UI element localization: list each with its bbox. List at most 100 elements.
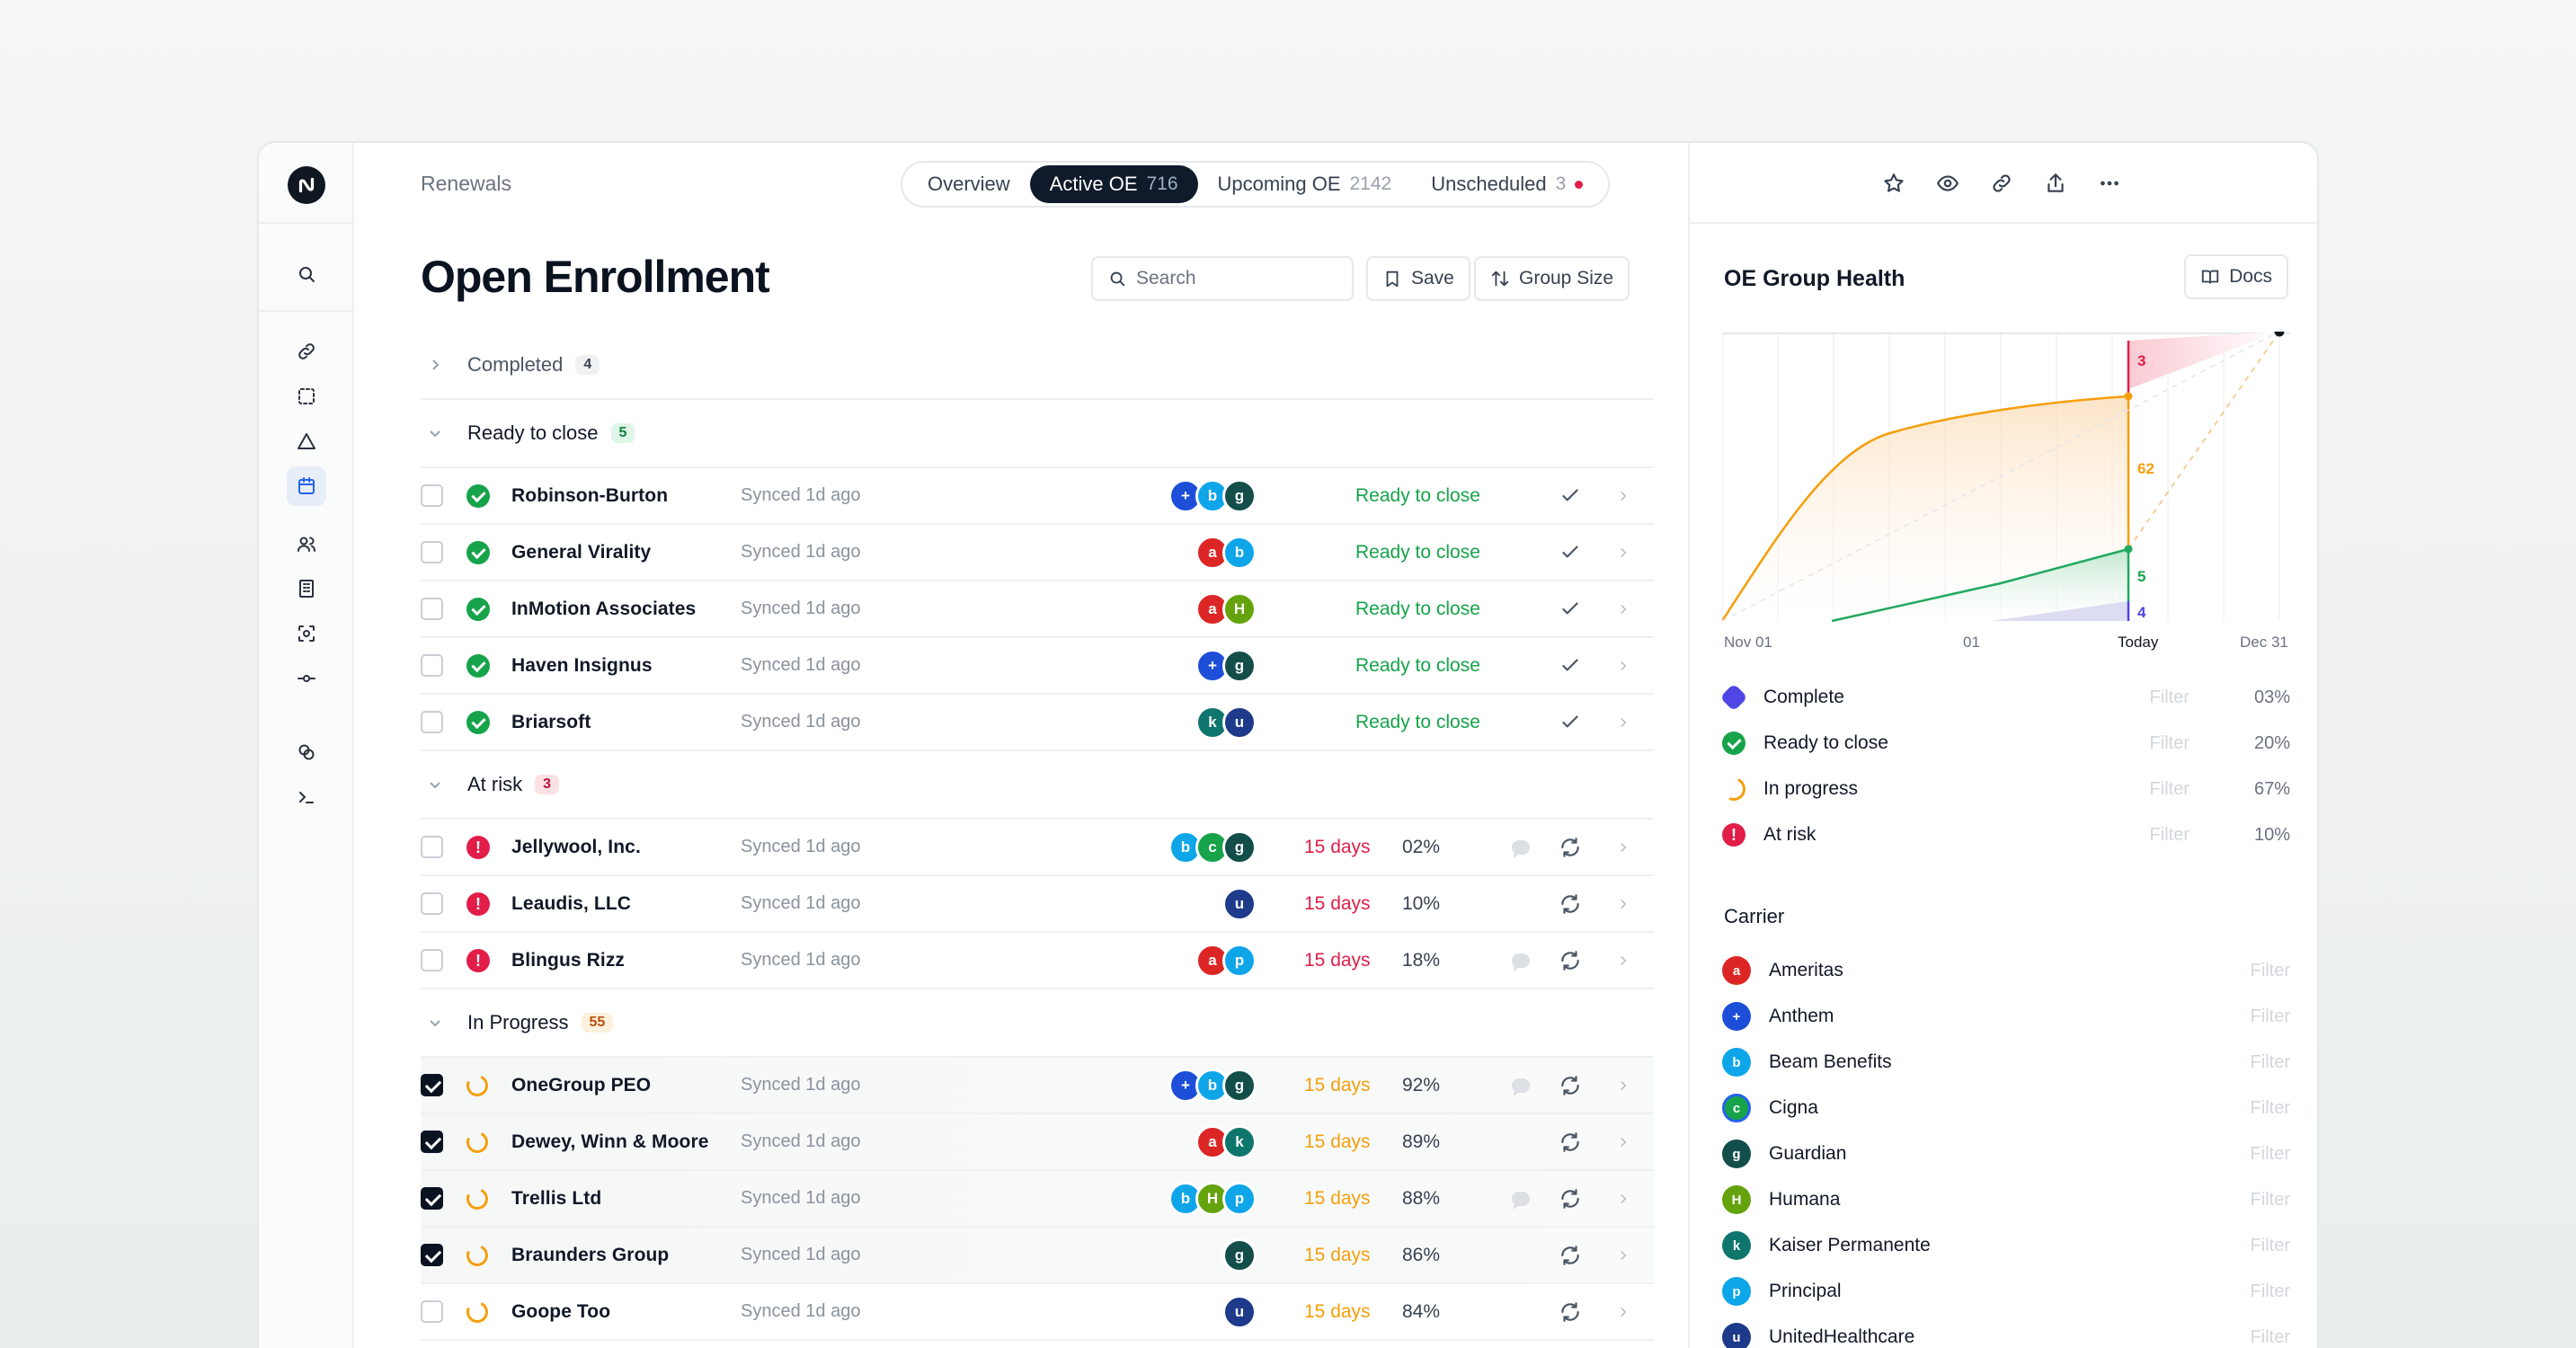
filter-link[interactable]: Filter [2150, 733, 2190, 754]
row-checkbox[interactable] [421, 1074, 443, 1096]
commit-icon[interactable] [287, 659, 326, 698]
table-row[interactable]: Trellis Ltd Synced 1d ago p H b 15 days … [421, 1171, 1654, 1228]
table-row[interactable]: General Virality Synced 1d ago b a Ready… [421, 525, 1654, 581]
chevron-right-icon[interactable] [1615, 488, 1631, 504]
row-checkbox[interactable] [421, 598, 443, 620]
sync-icon[interactable] [1559, 1244, 1582, 1267]
breadcrumb[interactable]: Renewals [421, 172, 511, 196]
legend-item-complete[interactable]: Complete Filter 03% [1719, 682, 2290, 713]
more-icon[interactable] [2098, 172, 2121, 195]
sync-icon[interactable] [1559, 892, 1582, 916]
share-icon[interactable] [2044, 172, 2067, 195]
check-icon[interactable] [1559, 654, 1582, 678]
filter-link[interactable]: Filter [2251, 1144, 2290, 1165]
tab-upcoming-oe[interactable]: Upcoming OE 2142 [1198, 165, 1412, 203]
building-icon[interactable] [287, 569, 326, 608]
sync-icon[interactable] [1559, 949, 1582, 972]
app-logo[interactable] [288, 166, 325, 204]
comment-icon[interactable] [1512, 1078, 1530, 1096]
link-icon[interactable] [1990, 172, 2013, 195]
group-header-completed[interactable]: Completed 4 [421, 332, 1654, 400]
table-row[interactable]: Jellywool, Inc. Synced 1d ago g c b 15 d… [421, 820, 1654, 876]
group-header-ready[interactable]: Ready to close 5 [421, 400, 1654, 468]
comment-icon[interactable] [1512, 839, 1530, 858]
scan-icon[interactable] [287, 614, 326, 653]
chevron-right-icon[interactable] [1615, 1247, 1631, 1264]
filter-link[interactable]: Filter [2251, 1327, 2290, 1348]
sync-icon[interactable] [1559, 1187, 1582, 1211]
legend-item-in-progress[interactable]: In progress Filter 67% [1719, 774, 2290, 804]
sync-icon[interactable] [1559, 836, 1582, 859]
table-row[interactable]: Dewey, Winn & Moore Synced 1d ago k a 15… [421, 1114, 1654, 1171]
chevron-right-icon[interactable] [1615, 1134, 1631, 1150]
row-checkbox[interactable] [421, 1131, 443, 1153]
check-icon[interactable] [1559, 598, 1582, 621]
filter-link[interactable]: Filter [2251, 961, 2290, 981]
row-checkbox[interactable] [421, 892, 443, 915]
save-button[interactable]: Save [1366, 256, 1470, 301]
search-input[interactable] [1136, 268, 1298, 289]
filter-link[interactable]: Filter [2251, 1190, 2290, 1211]
row-checkbox[interactable] [421, 484, 443, 507]
search-icon[interactable] [287, 254, 326, 294]
table-row[interactable]: Goope Too Synced 1d ago u 15 days 84% [421, 1284, 1654, 1341]
row-checkbox[interactable] [421, 949, 443, 971]
comment-icon[interactable] [1512, 953, 1530, 971]
filter-link[interactable]: Filter [2251, 1007, 2290, 1027]
eye-icon[interactable] [1936, 172, 1959, 195]
sync-icon[interactable] [1559, 1300, 1582, 1324]
filter-link[interactable]: Filter [2150, 687, 2190, 708]
carrier-item[interactable]: a Ameritas Filter [1722, 955, 2290, 986]
tab-overview[interactable]: Overview [908, 165, 1030, 203]
users-icon[interactable] [287, 524, 326, 563]
row-checkbox[interactable] [421, 1244, 443, 1266]
carrier-item[interactable]: H Humana Filter [1722, 1184, 2290, 1215]
search-box[interactable] [1091, 256, 1354, 301]
carrier-item[interactable]: p Principal Filter [1722, 1276, 2290, 1307]
carrier-item[interactable]: k Kaiser Permanente Filter [1722, 1230, 2290, 1261]
carrier-item[interactable]: + Anthem Filter [1722, 1001, 2290, 1032]
filter-link[interactable]: Filter [2251, 1098, 2290, 1119]
row-checkbox[interactable] [421, 836, 443, 858]
terminal-icon[interactable] [287, 777, 326, 817]
legend-item-ready[interactable]: Ready to close Filter 20% [1722, 728, 2290, 758]
comment-icon[interactable] [1512, 1191, 1530, 1210]
filter-link[interactable]: Filter [2150, 779, 2190, 800]
table-row[interactable]: Robinson-Burton Synced 1d ago g b + Read… [421, 468, 1654, 525]
chevron-right-icon[interactable] [1615, 953, 1631, 969]
link-icon[interactable] [287, 332, 326, 371]
check-icon[interactable] [1559, 484, 1582, 508]
table-row[interactable]: Braunders Group Synced 1d ago g 15 days … [421, 1228, 1654, 1284]
star-icon[interactable] [1882, 172, 1905, 195]
legend-item-at-risk[interactable]: At risk Filter 10% [1722, 820, 2290, 850]
dashed-select-icon[interactable] [287, 377, 326, 416]
row-checkbox[interactable] [421, 711, 443, 733]
group-header-in-progress[interactable]: In Progress 55 [421, 989, 1654, 1058]
chevron-right-icon[interactable] [1615, 839, 1631, 856]
row-checkbox[interactable] [421, 654, 443, 677]
chevron-right-icon[interactable] [1615, 1191, 1631, 1207]
table-row[interactable]: Blingus Rizz Synced 1d ago p a 15 days 1… [421, 933, 1654, 989]
row-checkbox[interactable] [421, 541, 443, 563]
carrier-item[interactable]: c Cigna Filter [1722, 1093, 2290, 1123]
filter-link[interactable]: Filter [2251, 1236, 2290, 1256]
triangle-icon[interactable] [287, 421, 326, 461]
chevron-right-icon[interactable] [1615, 658, 1631, 674]
table-row[interactable]: InMotion Associates Synced 1d ago H a Re… [421, 581, 1654, 638]
sync-icon[interactable] [1559, 1131, 1582, 1154]
chevron-right-icon[interactable] [1615, 714, 1631, 731]
chevron-right-icon[interactable] [1615, 601, 1631, 617]
tab-unscheduled[interactable]: Unscheduled 3 [1411, 165, 1603, 203]
table-row[interactable]: Leaudis, LLC Synced 1d ago u 15 days 10% [421, 876, 1654, 933]
group-size-button[interactable]: Group Size [1474, 256, 1630, 301]
carrier-item[interactable]: g Guardian Filter [1722, 1139, 2290, 1169]
chevron-right-icon[interactable] [1615, 1304, 1631, 1320]
row-checkbox[interactable] [421, 1187, 443, 1210]
group-header-at-risk[interactable]: At risk 3 [421, 751, 1654, 820]
chevron-right-icon[interactable] [1615, 545, 1631, 561]
rings-icon[interactable] [287, 732, 326, 772]
table-row[interactable]: OneGroup PEO Synced 1d ago g b + 15 days… [421, 1058, 1654, 1114]
check-icon[interactable] [1559, 711, 1582, 734]
tab-active-oe[interactable]: Active OE 716 [1029, 165, 1198, 203]
docs-button[interactable]: Docs [2184, 254, 2288, 299]
